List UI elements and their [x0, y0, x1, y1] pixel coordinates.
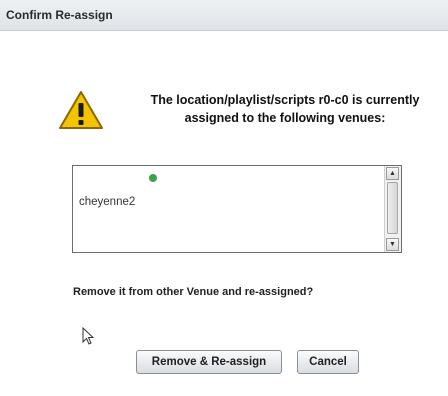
dialog-titlebar: Confirm Re-assign: [0, 0, 448, 31]
warning-icon: [58, 90, 104, 130]
scroll-thumb[interactable]: [387, 182, 398, 234]
cancel-button[interactable]: Cancel: [297, 350, 359, 374]
venues-listbox[interactable]: cheyenne2 ▲ ▼: [72, 165, 402, 253]
listbox-scrollbar[interactable]: ▲ ▼: [384, 166, 401, 252]
confirm-prompt: Remove it from other Venue and re-assign…: [73, 286, 314, 298]
mouse-pointer-icon: [82, 326, 95, 345]
dialog-title: Confirm Re-assign: [6, 8, 113, 22]
remove-reassign-button[interactable]: Remove & Re-assign: [136, 350, 282, 374]
scroll-down-button[interactable]: ▼: [386, 238, 399, 251]
green-dot-icon: [149, 174, 157, 182]
list-item[interactable]: cheyenne2: [79, 196, 135, 208]
dialog-message: The location/playlist/scripts r0-c0 is c…: [150, 93, 420, 125]
scroll-up-button[interactable]: ▲: [386, 167, 399, 180]
